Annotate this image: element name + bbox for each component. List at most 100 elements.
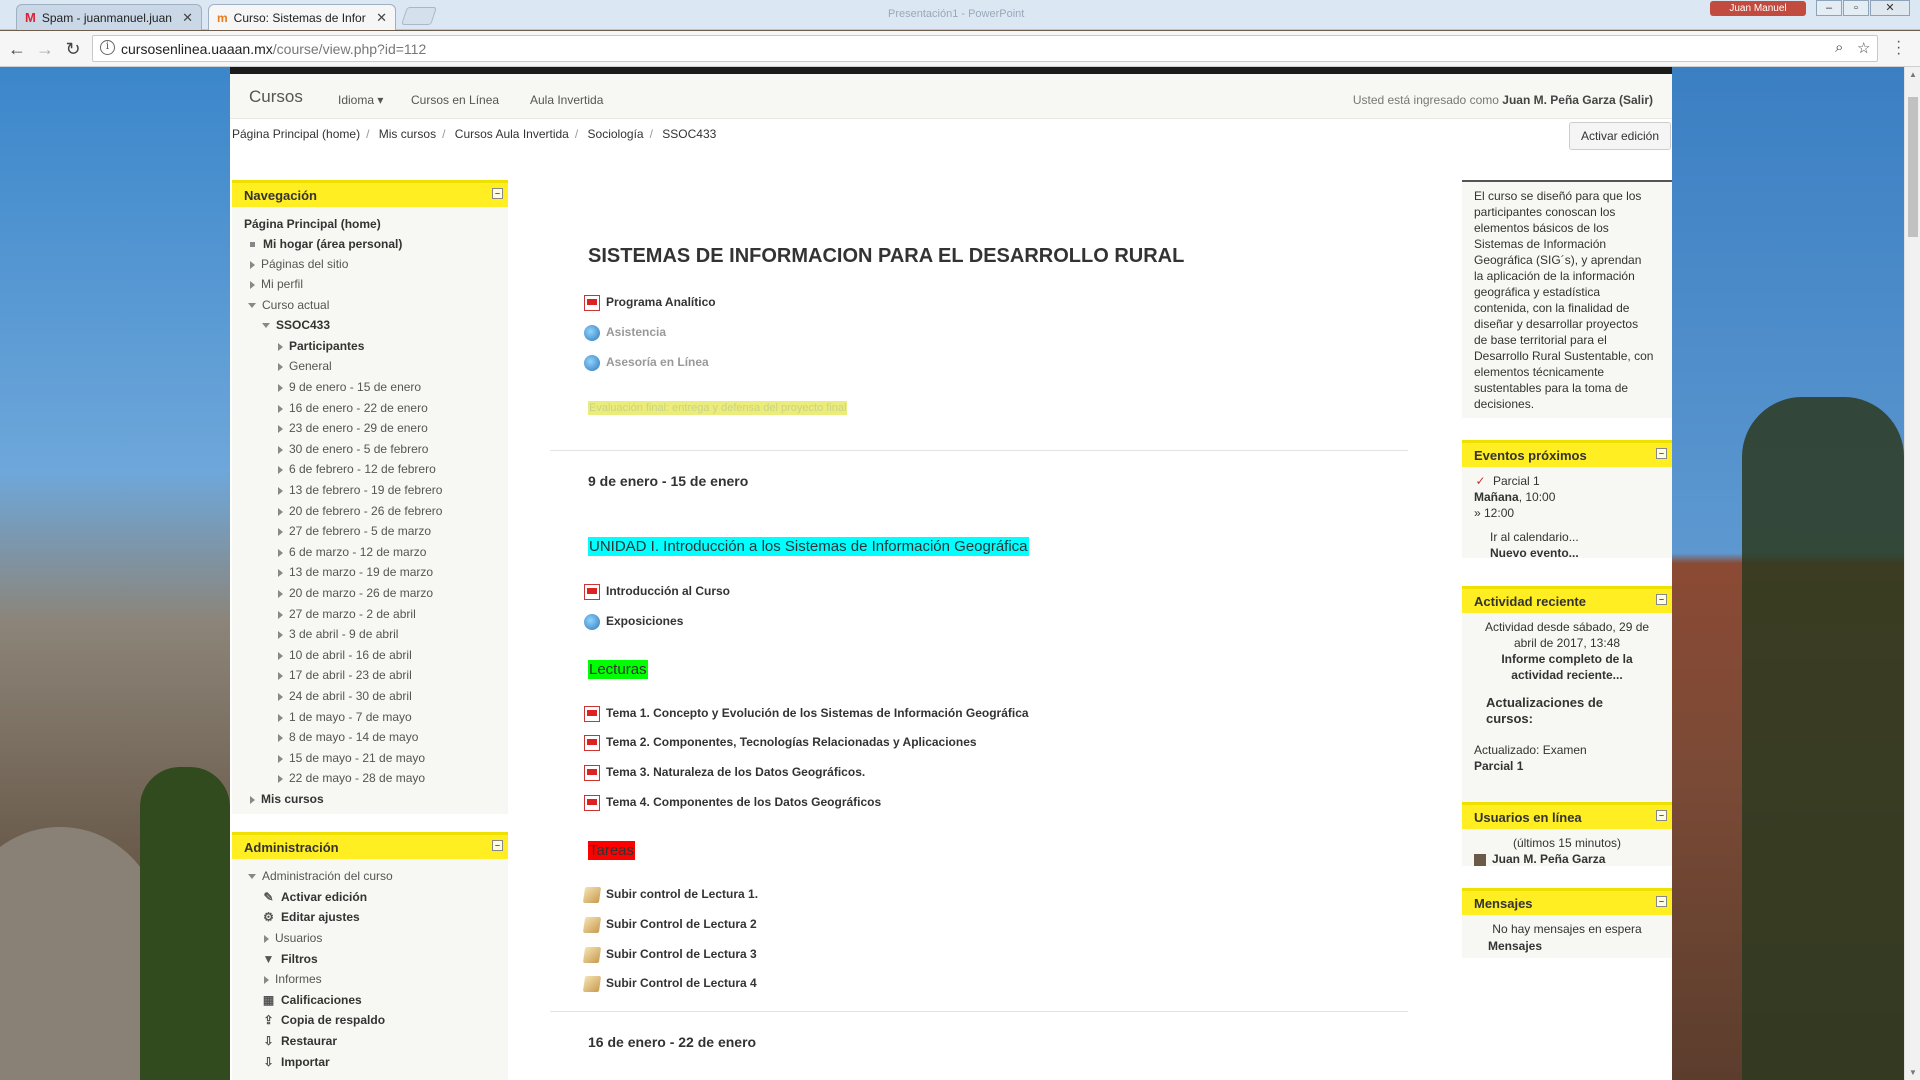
reading-item[interactable]: Tema 3. Naturaleza de los Datos Geográfi… bbox=[584, 765, 865, 781]
nav-week[interactable]: 9 de enero - 15 de enero bbox=[278, 380, 421, 394]
recent-report-link[interactable]: Informe completo de la actividad recient… bbox=[1474, 651, 1660, 683]
brand-link[interactable]: Cursos bbox=[249, 87, 303, 107]
breadcrumb-my-courses[interactable]: Mis cursos bbox=[379, 127, 436, 141]
nav-week[interactable]: 27 de febrero - 5 de marzo bbox=[278, 524, 431, 538]
scroll-up-icon[interactable]: ▲ bbox=[1909, 70, 1917, 79]
nav-week[interactable]: 8 de mayo - 14 de mayo bbox=[278, 730, 418, 744]
admin-course-admin[interactable]: Administración del curso bbox=[248, 869, 393, 883]
admin-users[interactable]: Usuarios bbox=[264, 931, 322, 945]
maximize-button[interactable]: ▫ bbox=[1843, 0, 1869, 16]
turn-editing-on-button[interactable]: Activar edición bbox=[1569, 122, 1671, 150]
info-icon[interactable]: i bbox=[100, 40, 115, 55]
nav-week[interactable]: 20 de febrero - 26 de febrero bbox=[278, 504, 442, 518]
task-item[interactable]: Subir Control de Lectura 4 bbox=[582, 976, 757, 992]
nav-week[interactable]: 15 de mayo - 21 de mayo bbox=[278, 751, 425, 765]
breadcrumb-course[interactable]: SSOC433 bbox=[662, 127, 716, 141]
reading-item[interactable]: Tema 4. Componentes de los Datos Geográf… bbox=[584, 795, 881, 811]
nav-week[interactable]: 23 de enero - 29 de enero bbox=[278, 421, 428, 435]
task-item[interactable]: Subir Control de Lectura 3 bbox=[582, 947, 757, 963]
admin-reports[interactable]: Informes bbox=[264, 972, 322, 986]
nav-home-link[interactable]: Página Principal (home) bbox=[244, 217, 381, 231]
new-tab-button[interactable] bbox=[401, 7, 437, 25]
collapse-icon[interactable]: – bbox=[1656, 594, 1667, 605]
nav-week[interactable]: 6 de febrero - 12 de febrero bbox=[278, 462, 436, 476]
admin-filters[interactable]: ▼ Filtros bbox=[262, 952, 318, 966]
admin-grades[interactable]: ▦ Calificaciones bbox=[262, 993, 362, 1007]
admin-restore[interactable]: ⇩ Restaurar bbox=[262, 1034, 337, 1048]
reading-item[interactable]: Tema 1. Concepto y Evolución de los Sist… bbox=[584, 706, 1029, 722]
nav-link-cursos[interactable]: Cursos en Línea bbox=[411, 93, 499, 107]
collapse-icon[interactable]: – bbox=[492, 840, 503, 851]
nav-my-courses[interactable]: Mis cursos bbox=[250, 792, 324, 806]
scroll-down-icon[interactable]: ▼ bbox=[1909, 1068, 1917, 1077]
nav-participants[interactable]: Participantes bbox=[278, 339, 364, 353]
nav-week[interactable]: 6 de marzo - 12 de marzo bbox=[278, 545, 426, 559]
nav-week[interactable]: 20 de marzo - 26 de marzo bbox=[278, 586, 433, 600]
collapse-icon[interactable]: – bbox=[1656, 448, 1667, 459]
nav-week[interactable]: 16 de enero - 22 de enero bbox=[278, 401, 428, 415]
online-user[interactable]: Juan M. Peña Garza bbox=[1474, 852, 1605, 866]
collapse-icon[interactable]: – bbox=[1656, 896, 1667, 907]
task-item[interactable]: Subir control de Lectura 1. bbox=[582, 887, 758, 903]
breadcrumb-category[interactable]: Cursos Aula Invertida bbox=[455, 127, 569, 141]
reload-icon[interactable]: ↻ bbox=[62, 38, 84, 60]
new-event-link[interactable]: Nuevo evento... bbox=[1490, 546, 1579, 560]
back-arrow-icon[interactable]: ← bbox=[6, 38, 28, 60]
updated-item-link[interactable]: Parcial 1 bbox=[1474, 759, 1523, 773]
resource-programa[interactable]: Programa Analítico bbox=[584, 295, 716, 311]
nav-week[interactable]: 10 de abril - 16 de abril bbox=[278, 648, 412, 662]
nav-week[interactable]: 17 de abril - 23 de abril bbox=[278, 668, 412, 682]
forward-arrow-icon[interactable]: → bbox=[34, 38, 56, 60]
reading-item[interactable]: Tema 2. Componentes, Tecnologías Relacio… bbox=[584, 735, 977, 751]
resource-asesoria[interactable]: Asesoría en Línea bbox=[584, 355, 709, 371]
language-menu[interactable]: Idioma ▾ bbox=[338, 93, 383, 107]
nav-dashboard[interactable]: Mi hogar (área personal) bbox=[250, 237, 402, 251]
admin-edit-settings[interactable]: ⚙ Editar ajustes bbox=[262, 910, 360, 924]
breadcrumb-home[interactable]: Página Principal (home) bbox=[232, 127, 360, 141]
page-scrollbar[interactable]: ▲ ▼ bbox=[1904, 67, 1920, 1080]
tab-gmail[interactable]: M Spam - juanmanuel.juan ✕ bbox=[16, 4, 202, 30]
admin-backup[interactable]: ⇪ Copia de respaldo bbox=[262, 1013, 385, 1027]
calendar-link[interactable]: Ir al calendario... bbox=[1490, 530, 1579, 544]
messages-link[interactable]: Mensajes bbox=[1488, 939, 1542, 953]
nav-week[interactable]: 3 de abril - 9 de abril bbox=[278, 627, 398, 641]
admin-import[interactable]: ⇩ Importar bbox=[262, 1055, 329, 1069]
close-icon[interactable]: ✕ bbox=[182, 10, 193, 26]
nav-site-pages[interactable]: Páginas del sitio bbox=[250, 257, 348, 271]
resource-asistencia[interactable]: Asistencia bbox=[584, 325, 666, 341]
nav-week[interactable]: 27 de marzo - 2 de abril bbox=[278, 607, 416, 621]
scrollbar-thumb[interactable] bbox=[1908, 97, 1918, 237]
address-bar[interactable]: i cursosenlinea.uaaan.mx/course/view.php… bbox=[92, 35, 1878, 62]
task-item[interactable]: Subir Control de Lectura 2 bbox=[582, 917, 757, 933]
user-link[interactable]: Juan M. Peña Garza bbox=[1502, 93, 1615, 107]
resource-intro[interactable]: Introducción al Curso bbox=[584, 584, 730, 600]
nav-link-aula[interactable]: Aula Invertida bbox=[530, 93, 603, 107]
star-icon[interactable]: ☆ bbox=[1857, 39, 1870, 57]
nav-week[interactable]: 13 de marzo - 19 de marzo bbox=[278, 565, 433, 579]
zoom-icon[interactable]: ⌕ bbox=[1835, 39, 1843, 56]
event-item[interactable]: ✓ Parcial 1 bbox=[1474, 474, 1539, 488]
nav-profile[interactable]: Mi perfil bbox=[250, 277, 303, 291]
nav-week[interactable]: 13 de febrero - 19 de febrero bbox=[278, 483, 442, 497]
nav-week[interactable]: 24 de abril - 30 de abril bbox=[278, 689, 412, 703]
globe-icon bbox=[584, 614, 600, 630]
breadcrumb-subcategory[interactable]: Sociología bbox=[588, 127, 644, 141]
collapse-icon[interactable]: – bbox=[1656, 810, 1667, 821]
resource-exposiciones[interactable]: Exposiciones bbox=[584, 614, 683, 630]
minimize-button[interactable]: – bbox=[1816, 0, 1842, 16]
nav-current-course[interactable]: Curso actual bbox=[248, 298, 329, 312]
nav-week[interactable]: 1 de mayo - 7 de mayo bbox=[278, 710, 412, 724]
nav-course-ssoc433[interactable]: SSOC433 bbox=[262, 318, 330, 332]
close-window-button[interactable]: ✕ bbox=[1870, 0, 1910, 16]
profile-button[interactable]: Juan Manuel bbox=[1710, 1, 1806, 16]
admin-turn-editing-on[interactable]: ✎ Activar edición bbox=[262, 890, 367, 904]
logout-link[interactable]: (Salir) bbox=[1619, 93, 1653, 107]
breadcrumb: Página Principal (home) / Mis cursos / Cur… bbox=[232, 127, 717, 141]
tab-course[interactable]: m Curso: Sistemas de Infor ✕ bbox=[208, 4, 396, 30]
nav-week[interactable]: 30 de enero - 5 de febrero bbox=[278, 442, 428, 456]
nav-section-general[interactable]: General bbox=[278, 359, 332, 373]
menu-icon[interactable]: · · · bbox=[1896, 34, 1901, 62]
close-icon[interactable]: ✕ bbox=[376, 10, 387, 26]
collapse-icon[interactable]: – bbox=[492, 188, 503, 199]
nav-week[interactable]: 22 de mayo - 28 de mayo bbox=[278, 771, 425, 785]
